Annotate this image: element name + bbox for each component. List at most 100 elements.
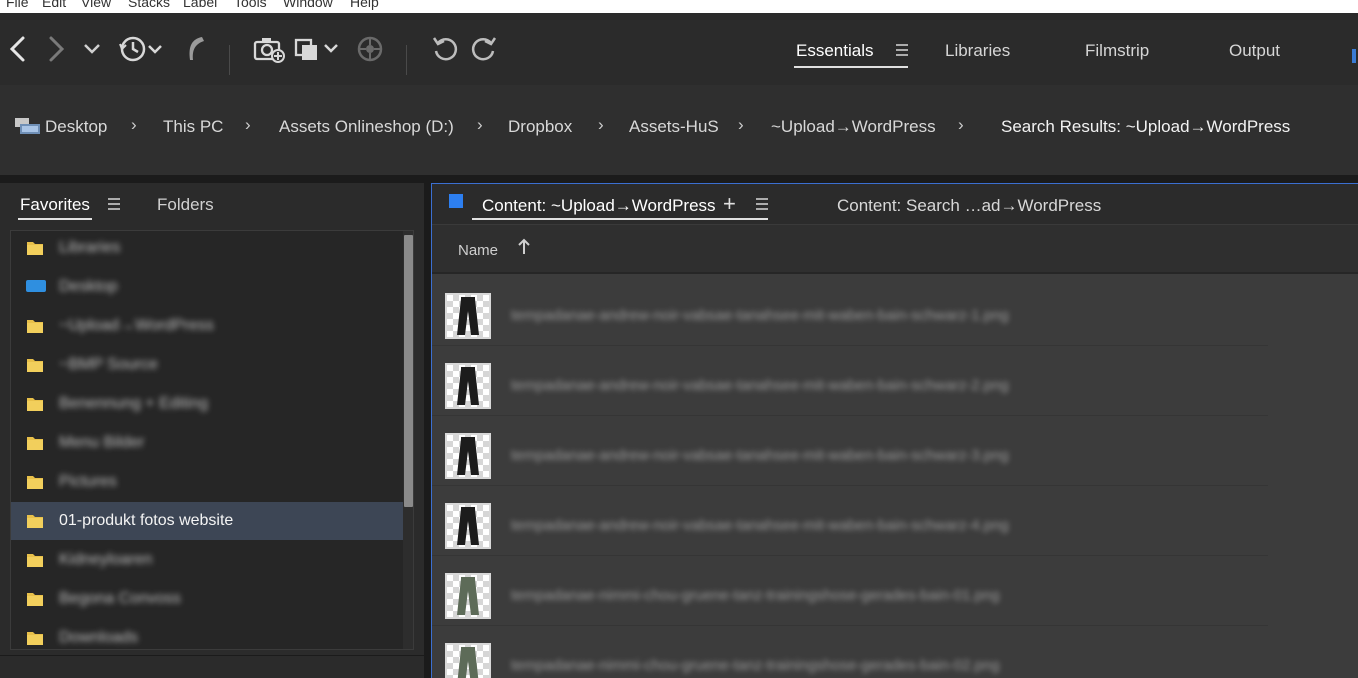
- toolbar-separator: [229, 45, 230, 75]
- favorites-panel: Favorites Folders Libraries Desktop ~Uploa…: [0, 183, 424, 678]
- recent-history-icon[interactable]: [117, 33, 167, 65]
- workspace-essentials[interactable]: Essentials: [796, 41, 873, 61]
- tab-content-search[interactable]: Content: Search …ad→WordPress: [837, 196, 1101, 216]
- favorite-item-label: Menu Bilder: [59, 434, 145, 451]
- workspace-overflow-indicator: [1352, 49, 1356, 63]
- sort-ascending-icon[interactable]: [516, 238, 532, 261]
- favorite-item[interactable]: Menu Bilder: [11, 424, 403, 462]
- favorite-item[interactable]: Pictures: [11, 463, 403, 501]
- content-item-filename: tempadanae-andrew-noir-vabsae-tanahsee-m…: [511, 307, 1009, 324]
- content-item[interactable]: tempadanae-andrew-noir-vabsae-tanahsee-m…: [432, 486, 1268, 556]
- favorite-item-label: Libraries: [59, 239, 121, 256]
- get-photos-from-camera-icon[interactable]: [252, 33, 286, 65]
- content-item[interactable]: tempadanae-andrew-noir-vabsae-tanahsee-m…: [432, 416, 1268, 486]
- panel-divider: [0, 175, 1358, 183]
- breadcrumb-chevron-icon[interactable]: ›: [738, 115, 744, 135]
- forward-icon[interactable]: [44, 33, 68, 65]
- content-tab-underline: [472, 218, 768, 220]
- breadcrumb-desktop[interactable]: Desktop: [45, 117, 107, 137]
- favorites-panel-menu-icon[interactable]: [107, 197, 121, 215]
- content-tab-color-icon: [449, 194, 463, 208]
- favorite-item-label: ~Upload→WordPress: [59, 317, 214, 334]
- sort-bar: Name: [432, 224, 1358, 274]
- favorite-item[interactable]: 01-produkt fotos website: [11, 502, 403, 540]
- breadcrumb-dropbox[interactable]: Dropbox: [508, 117, 572, 137]
- breadcrumb-assets-onlineshop[interactable]: Assets Onlineshop (D:): [279, 117, 454, 137]
- refine-copies-icon[interactable]: [293, 33, 343, 65]
- favorite-item-label: ~BMP Source: [59, 356, 158, 373]
- menu-label[interactable]: Label: [183, 0, 217, 10]
- favorite-item[interactable]: Desktop: [11, 268, 403, 306]
- content-panel-menu-icon[interactable]: [755, 197, 769, 215]
- breadcrumb-chevron-icon[interactable]: ›: [131, 115, 137, 135]
- breadcrumb-upload-wordpress[interactable]: ~Upload→WordPress: [771, 117, 936, 137]
- panel-splitter[interactable]: [424, 183, 431, 678]
- thumbnail-image[interactable]: [445, 433, 491, 479]
- breadcrumb-chevron-icon[interactable]: ›: [477, 115, 483, 135]
- menu-edit[interactable]: Edit: [42, 0, 66, 10]
- content-list: tempadanae-andrew-noir-vabsae-tanahsee-m…: [432, 276, 1358, 678]
- workspace-output[interactable]: Output: [1229, 41, 1280, 61]
- camera-raw-icon[interactable]: [355, 33, 385, 65]
- add-tab-icon[interactable]: +: [723, 191, 736, 217]
- folder-icon: [25, 316, 45, 334]
- back-icon[interactable]: [6, 33, 30, 65]
- chevron-down-icon[interactable]: [82, 33, 102, 65]
- menu-window[interactable]: Window: [283, 0, 333, 10]
- menu-tools[interactable]: Tools: [234, 0, 267, 10]
- tab-favorites[interactable]: Favorites: [20, 195, 90, 215]
- desktop-icon: [14, 116, 42, 141]
- content-item-filename: tempadanae-nimmi-chou-gruene-tanz-traini…: [511, 587, 1000, 604]
- content-tabs: Content: ~Upload→WordPress + Content: Se…: [432, 184, 1358, 224]
- menu-file[interactable]: File: [6, 0, 29, 10]
- workspace-menu-icon[interactable]: [895, 43, 909, 61]
- breadcrumb-assets-hus[interactable]: Assets-HuS: [629, 117, 719, 137]
- favorite-item[interactable]: Kidneyloaren: [11, 541, 403, 579]
- breadcrumb-chevron-icon[interactable]: ›: [245, 115, 251, 135]
- thumbnail-image[interactable]: [445, 363, 491, 409]
- folder-icon: [25, 394, 45, 412]
- content-item[interactable]: tempadanae-andrew-noir-vabsae-tanahsee-m…: [432, 276, 1268, 346]
- menu-stacks[interactable]: Stacks: [128, 0, 170, 10]
- thumbnail-image[interactable]: [445, 503, 491, 549]
- breadcrumb-this-pc[interactable]: This PC: [163, 117, 223, 137]
- folder-icon: [25, 628, 45, 646]
- favorite-item-label: 01-produkt fotos website: [59, 512, 234, 529]
- menu-help[interactable]: Help: [350, 0, 379, 10]
- favorite-item[interactable]: Libraries: [11, 231, 403, 267]
- workspace-libraries[interactable]: Libraries: [945, 41, 1010, 61]
- boomerang-icon[interactable]: [181, 33, 211, 65]
- rotate-left-icon[interactable]: [429, 33, 461, 65]
- content-item-filename: tempadanae-andrew-noir-vabsae-tanahsee-m…: [511, 517, 1009, 534]
- desktop-icon: [25, 277, 46, 295]
- folder-icon: [25, 511, 45, 529]
- favorite-item[interactable]: Benennung + Editing: [11, 385, 403, 423]
- content-item-filename: tempadanae-andrew-noir-vabsae-tanahsee-m…: [511, 447, 1009, 464]
- rotate-right-icon[interactable]: [468, 33, 500, 65]
- favorite-item-label: Pictures: [59, 473, 117, 490]
- path-bar: Desktop › This PC › Assets Onlineshop (D…: [0, 85, 1358, 175]
- breadcrumb-chevron-icon[interactable]: ›: [958, 115, 964, 135]
- content-item[interactable]: tempadanae-nimmi-chou-gruene-tanz-traini…: [432, 556, 1268, 626]
- favorite-item[interactable]: Begona Convoss: [11, 580, 403, 618]
- tab-folders[interactable]: Folders: [157, 195, 214, 215]
- thumbnail-image[interactable]: [445, 293, 491, 339]
- favorite-item[interactable]: Downloads: [11, 619, 403, 649]
- favorite-item-label: Downloads: [59, 629, 139, 646]
- favorite-item-label: Begona Convoss: [59, 590, 181, 607]
- toolbar-separator: [406, 45, 407, 75]
- thumbnail-image[interactable]: [445, 573, 491, 619]
- sort-by-name[interactable]: Name: [458, 242, 498, 259]
- favorite-item[interactable]: ~BMP Source: [11, 346, 403, 384]
- menu-view[interactable]: View: [81, 0, 111, 10]
- tab-content-upload-wordpress[interactable]: Content: ~Upload→WordPress: [482, 196, 716, 216]
- favorites-scrollbar-thumb[interactable]: [404, 235, 413, 507]
- content-item[interactable]: tempadanae-nimmi-chou-gruene-tanz-traini…: [432, 626, 1268, 678]
- workspace-filmstrip[interactable]: Filmstrip: [1085, 41, 1149, 61]
- breadcrumb-chevron-icon[interactable]: ›: [598, 115, 604, 135]
- thumbnail-image[interactable]: [445, 643, 491, 678]
- favorites-scrollbar[interactable]: [403, 231, 413, 649]
- favorite-item[interactable]: ~Upload→WordPress: [11, 307, 403, 345]
- content-item[interactable]: tempadanae-andrew-noir-vabsae-tanahsee-m…: [432, 346, 1268, 416]
- breadcrumb-search-results[interactable]: Search Results: ~Upload→WordPress: [1001, 117, 1290, 137]
